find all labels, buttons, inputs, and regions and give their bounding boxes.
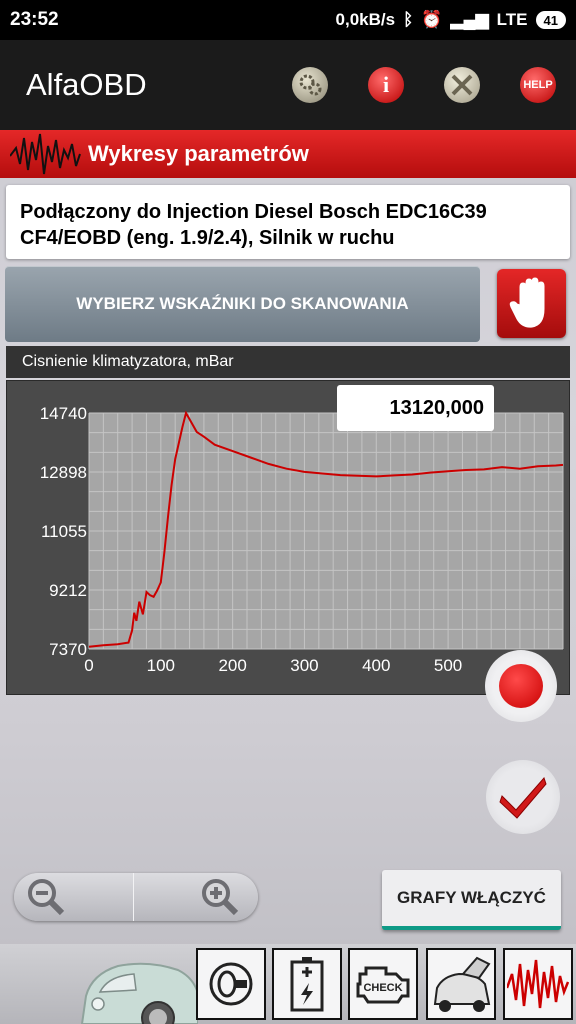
- stop-hand-icon: [509, 276, 544, 328]
- y-tick-label: 11055: [41, 522, 87, 541]
- info-icon[interactable]: i: [368, 67, 404, 103]
- app-bar: AlfaOBD i HELP: [0, 40, 576, 130]
- settings-gear-icon[interactable]: [292, 67, 328, 103]
- checkmark-icon: [499, 777, 547, 819]
- stop-button[interactable]: [497, 269, 566, 338]
- x-tick-label: 400: [362, 656, 390, 675]
- confirm-check-button[interactable]: [486, 760, 560, 834]
- x-tick-label: 200: [218, 656, 246, 675]
- check-engine-icon: CHECK: [356, 966, 410, 1004]
- status-bar: 23:52 0,0kB/s ᛒ ⏰ ▂▄▆ LTE 41: [0, 0, 576, 40]
- app-title: AlfaOBD: [26, 67, 147, 102]
- section-title: Wykresy parametrów: [88, 141, 309, 166]
- waveform-icon: [10, 133, 81, 175]
- ignition-key-icon: [209, 962, 253, 1006]
- x-tick-label: 500: [434, 656, 462, 675]
- network-type: LTE: [496, 10, 528, 29]
- zoom-out-button[interactable]: [14, 873, 134, 921]
- toolbar-battery-button[interactable]: [272, 948, 342, 1020]
- help-icon[interactable]: HELP: [520, 67, 556, 103]
- car-illustration: [80, 962, 198, 1024]
- zoom-control: [14, 873, 258, 921]
- toolbar-graphs-button[interactable]: [503, 948, 573, 1020]
- select-indicators-button[interactable]: WYBIERZ WSKAŹNIKI DO SKANOWANIA: [5, 266, 480, 342]
- toolbar-car-service-button[interactable]: [426, 948, 496, 1020]
- connection-status: Podłączony do Injection Diesel Bosch EDC…: [6, 185, 570, 259]
- record-dot-icon: [499, 664, 543, 708]
- status-right: 0,0kB/s ᛒ ⏰ ▂▄▆ LTE 41: [336, 10, 566, 30]
- bluetooth-icon: ᛒ: [403, 10, 414, 29]
- section-header: Wykresy parametrów: [0, 130, 576, 178]
- battery-icon: 41: [535, 11, 566, 29]
- toolbar-check-engine-button[interactable]: CHECK: [348, 948, 418, 1020]
- battery-voltage-icon: [290, 957, 324, 1012]
- zoom-out-icon: [28, 879, 65, 916]
- car-hood-open-icon: [433, 956, 491, 1012]
- x-tick-label: 100: [147, 656, 175, 675]
- battery-level: 41: [543, 12, 558, 28]
- current-value-box: 13120,000: [337, 385, 494, 431]
- x-tick-label: 300: [290, 656, 318, 675]
- toolbar-ignition-key-button[interactable]: [196, 948, 266, 1020]
- parameter-label: Cisnienie klimatyzatora, mBar: [6, 346, 570, 378]
- y-tick-label: 9212: [49, 581, 87, 600]
- chart-panel[interactable]: 7370921211055128981474001002003004005006…: [6, 380, 570, 695]
- graphs-enable-button[interactable]: GRAFY WŁĄCZYĆ: [382, 870, 561, 930]
- x-tick-label: 0: [84, 656, 93, 675]
- status-time: 23:52: [10, 9, 59, 30]
- check-engine-label: CHECK: [363, 982, 402, 994]
- tools-icon[interactable]: [444, 67, 480, 103]
- waveform-graph-icon: [507, 959, 569, 1009]
- zoom-in-button[interactable]: [134, 873, 259, 921]
- signal-icon: ▂▄▆: [450, 10, 489, 29]
- record-button[interactable]: [485, 650, 557, 722]
- y-tick-label: 7370: [49, 640, 87, 659]
- network-speed: 0,0kB/s: [335, 10, 396, 29]
- alarm-icon: ⏰: [421, 10, 443, 29]
- y-tick-label: 12898: [40, 463, 87, 482]
- y-tick-label: 14740: [40, 404, 87, 423]
- bottom-toolbar: CHECK: [0, 944, 576, 1024]
- app-bar-actions: i HELP: [292, 67, 556, 103]
- zoom-in-icon: [202, 879, 239, 916]
